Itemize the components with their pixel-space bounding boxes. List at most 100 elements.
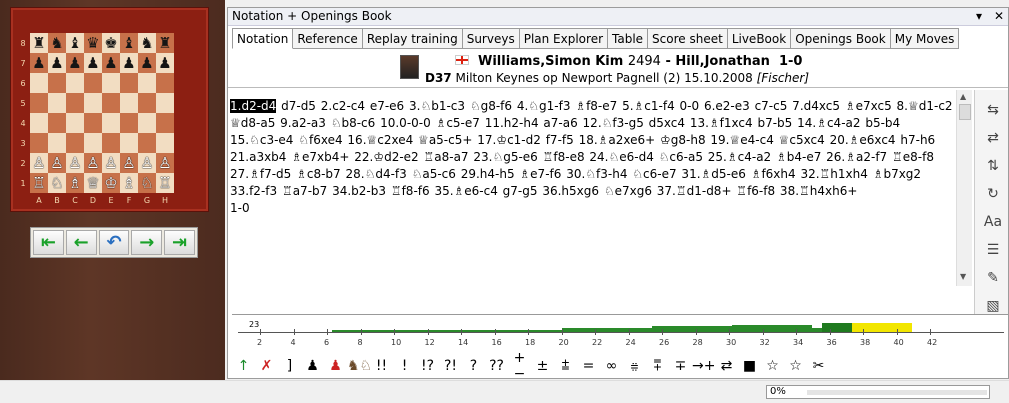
- square-b6[interactable]: [48, 73, 66, 93]
- pen-icon[interactable]: ✎: [981, 266, 1005, 290]
- annotation-button[interactable]: ✗: [255, 358, 278, 374]
- undo-button[interactable]: ↶: [98, 230, 130, 255]
- tab-notation[interactable]: Notation: [232, 28, 294, 49]
- square-b3[interactable]: [48, 133, 66, 153]
- square-a5[interactable]: [30, 93, 48, 113]
- square-e4[interactable]: [102, 113, 120, 133]
- start-button[interactable]: ⇤: [33, 230, 64, 255]
- tab-table[interactable]: Table: [608, 28, 649, 49]
- tab-replay-training[interactable]: Replay training: [362, 28, 463, 49]
- annotation-button[interactable]: !!: [370, 358, 393, 374]
- square-c1[interactable]: ♗: [66, 173, 84, 193]
- annotation-button[interactable]: !?: [416, 358, 439, 374]
- square-d2[interactable]: ♙: [84, 153, 102, 173]
- close-icon[interactable]: ✕: [994, 8, 1004, 25]
- square-g1[interactable]: ♘: [138, 173, 156, 193]
- square-f6[interactable]: [120, 73, 138, 93]
- annotation-button[interactable]: !: [393, 358, 416, 374]
- square-d6[interactable]: [84, 73, 102, 93]
- square-e2[interactable]: ♙: [102, 153, 120, 173]
- square-e8[interactable]: ♚: [102, 33, 120, 53]
- square-f1[interactable]: ♗: [120, 173, 138, 193]
- tab-score-sheet[interactable]: Score sheet: [648, 28, 728, 49]
- square-d4[interactable]: [84, 113, 102, 133]
- annotation-button[interactable]: ⩲: [554, 358, 577, 374]
- notation-scrollbar[interactable]: ▲ ▼: [956, 90, 972, 286]
- square-a7[interactable]: ♟: [30, 53, 48, 73]
- annotation-button[interactable]: ?!: [439, 358, 462, 374]
- square-a6[interactable]: [30, 73, 48, 93]
- square-h3[interactable]: [156, 133, 174, 153]
- square-f2[interactable]: ♙: [120, 153, 138, 173]
- square-f3[interactable]: [120, 133, 138, 153]
- square-c7[interactable]: ♟: [66, 53, 84, 73]
- tab-surveys[interactable]: Surveys: [462, 28, 520, 49]
- annotation-button[interactable]: ∓: [669, 358, 692, 374]
- square-c5[interactable]: [66, 93, 84, 113]
- square-h7[interactable]: ♟: [156, 53, 174, 73]
- tab-openings-book[interactable]: Openings Book: [791, 28, 891, 49]
- annotation-button[interactable]: ⇄: [715, 358, 738, 374]
- delete-icon[interactable]: ↻: [981, 182, 1005, 206]
- square-b7[interactable]: ♟: [48, 53, 66, 73]
- chessboard[interactable]: ♜ ♞ ♝ ♛ ♚ ♝ ♞ ♜ ♟ ♟ ♟ ♟ ♟ ♟ ♟ ♟ ♙ ♙ ♙ ♙ ♙ ♙ ♙ ♙ ♖ ♘ ♗ ♕ ♔ ♗ ♘ ♖: [30, 33, 174, 193]
- square-h6[interactable]: [156, 73, 174, 93]
- annotation-button[interactable]: →+: [692, 358, 715, 374]
- square-c6[interactable]: [66, 73, 84, 93]
- square-g2[interactable]: ♙: [138, 153, 156, 173]
- back-button[interactable]: ←: [65, 230, 97, 255]
- square-a4[interactable]: [30, 113, 48, 133]
- square-h2[interactable]: ♙: [156, 153, 174, 173]
- annotation-button[interactable]: ♟: [324, 358, 347, 374]
- tab-plan-explorer[interactable]: Plan Explorer: [519, 28, 609, 49]
- current-move[interactable]: 1.d2-d4: [230, 99, 277, 113]
- black-player[interactable]: Hill,Jonathan: [675, 54, 769, 69]
- square-h5[interactable]: [156, 93, 174, 113]
- annotation-button[interactable]: +−: [508, 350, 531, 382]
- evaluation-graph[interactable]: 23 2 4 6 8 10 12 14 16 18 20 22 24 26 28 30 32 34 36 38 40 4…: [232, 314, 1008, 347]
- square-b1[interactable]: ♘: [48, 173, 66, 193]
- square-b8[interactable]: ♞: [48, 33, 66, 53]
- annotation-button[interactable]: ]: [278, 358, 301, 374]
- annotation-button[interactable]: ■: [738, 358, 761, 374]
- annotation-button[interactable]: ??: [485, 358, 508, 374]
- forward-button[interactable]: →: [131, 230, 163, 255]
- annotation-button[interactable]: ∞: [600, 358, 623, 374]
- square-g6[interactable]: [138, 73, 156, 93]
- annotation-button[interactable]: =: [577, 358, 600, 374]
- white-player[interactable]: Williams,Simon Kim: [478, 54, 623, 69]
- square-c4[interactable]: [66, 113, 84, 133]
- square-b4[interactable]: [48, 113, 66, 133]
- square-h8[interactable]: ♜: [156, 33, 174, 53]
- square-b5[interactable]: [48, 93, 66, 113]
- square-e6[interactable]: [102, 73, 120, 93]
- square-c8[interactable]: ♝: [66, 33, 84, 53]
- square-d8[interactable]: ♛: [84, 33, 102, 53]
- square-d1[interactable]: ♕: [84, 173, 102, 193]
- square-g3[interactable]: [138, 133, 156, 153]
- insert-move-icon[interactable]: ⇆: [981, 98, 1005, 122]
- replace-move-icon[interactable]: ⇄: [981, 126, 1005, 150]
- annotation-button[interactable]: ±: [531, 358, 554, 374]
- square-g8[interactable]: ♞: [138, 33, 156, 53]
- annotation-button[interactable]: ⩱: [646, 358, 669, 374]
- annotation-button[interactable]: ✂: [807, 358, 830, 374]
- square-h1[interactable]: ♖: [156, 173, 174, 193]
- square-e3[interactable]: [102, 133, 120, 153]
- pin-icon[interactable]: ▾: [976, 8, 982, 25]
- square-c2[interactable]: ♙: [66, 153, 84, 173]
- square-f5[interactable]: [120, 93, 138, 113]
- square-b2[interactable]: ♙: [48, 153, 66, 173]
- square-h4[interactable]: [156, 113, 174, 133]
- square-f8[interactable]: ♝: [120, 33, 138, 53]
- tab-my-moves[interactable]: My Moves: [890, 28, 960, 49]
- square-d5[interactable]: [84, 93, 102, 113]
- square-a2[interactable]: ♙: [30, 153, 48, 173]
- square-g5[interactable]: [138, 93, 156, 113]
- square-d7[interactable]: ♟: [84, 53, 102, 73]
- annotation-button[interactable]: ?: [462, 358, 485, 374]
- square-f4[interactable]: [120, 113, 138, 133]
- annotation-button[interactable]: ♞♘: [347, 358, 372, 374]
- scroll-down-icon[interactable]: ▼: [960, 272, 966, 281]
- square-a8[interactable]: ♜: [30, 33, 48, 53]
